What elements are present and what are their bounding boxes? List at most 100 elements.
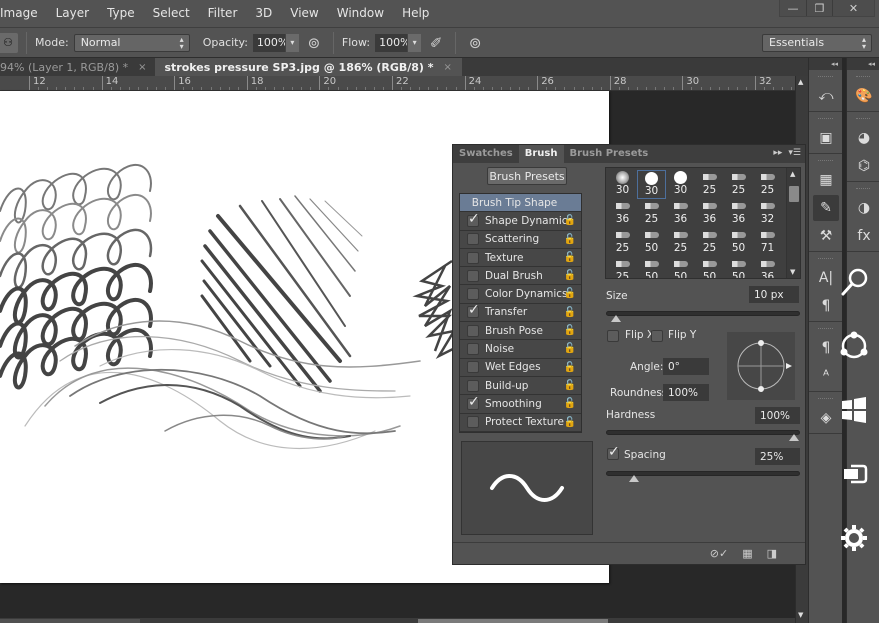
grip-handle[interactable] (818, 76, 833, 79)
brush-tip[interactable]: 25 (637, 199, 666, 228)
brush-tip[interactable]: 32 (753, 199, 782, 228)
option-noise[interactable]: Noise 🔓 (460, 340, 581, 359)
option-checkbox[interactable] (467, 269, 479, 282)
pressure-size-button[interactable]: ⊚ (464, 32, 486, 54)
menu-type[interactable]: Type (98, 0, 144, 27)
collapse-panel-icon[interactable]: ▸▸ (773, 148, 782, 158)
grip-handle[interactable] (818, 398, 833, 401)
option-scattering[interactable]: Scattering 🔓 (460, 230, 581, 249)
option-checkbox[interactable] (467, 233, 479, 246)
lock-icon[interactable]: 🔓 (564, 417, 576, 428)
lock-icon[interactable]: 🔓 (564, 325, 576, 336)
menu-view[interactable]: View (281, 0, 327, 27)
option-shape-dynamics[interactable]: Shape Dynamics🔓 (460, 211, 581, 231)
menu-help[interactable]: Help (393, 0, 438, 27)
spacing-checkbox[interactable] (607, 444, 620, 460)
3d-properties-icon[interactable]: ▣ (813, 125, 839, 151)
option-texture[interactable]: Texture 🔓 (460, 248, 581, 268)
brush-panel-icon[interactable]: ✎ (813, 195, 839, 221)
option-checkbox[interactable] (467, 416, 479, 429)
flip-y-checkbox[interactable] (651, 330, 663, 342)
option-checkbox[interactable] (467, 379, 479, 392)
collapse-dock-icon[interactable]: ◂◂ (847, 58, 879, 70)
panel-menu-icon[interactable]: ▾☰ (788, 148, 801, 158)
brush-tip[interactable]: 25 (724, 170, 753, 199)
brush-tip[interactable]: 50 (637, 228, 666, 257)
hardness-field[interactable]: 100% (755, 407, 800, 424)
grip-handle[interactable] (818, 160, 833, 163)
tool-preset-picker[interactable]: ⚇ (0, 32, 18, 53)
flow-dropdown[interactable]: ▾ (407, 33, 422, 52)
hardness-slider[interactable] (606, 430, 800, 441)
option-checkbox[interactable] (467, 343, 479, 356)
brush-tip[interactable]: 36 (666, 199, 695, 228)
brush-presets-icon[interactable]: ⚒ (813, 223, 839, 249)
scroll-up-icon[interactable]: ▲ (790, 170, 795, 178)
angle-roundness-widget[interactable] (727, 332, 795, 400)
styles-fx-icon[interactable]: fx (851, 223, 877, 249)
brush-presets-button[interactable]: Brush Presets (487, 167, 567, 185)
mode-select[interactable]: Normal ▴ ▾ (73, 33, 190, 52)
option-checkbox[interactable] (467, 302, 480, 319)
swatches-grid-icon[interactable]: ▦ (813, 167, 839, 193)
airbrush-button[interactable]: ✐ (425, 32, 447, 54)
grip-handle[interactable] (818, 118, 833, 121)
tip-grid-scrollbar[interactable]: ▲ ▼ (786, 168, 800, 278)
option-transfer[interactable]: Transfer 🔓 (460, 302, 581, 323)
brush-tip[interactable]: 50 (724, 228, 753, 257)
tab-brush[interactable]: Brush (518, 145, 564, 163)
option-brush-tip-shape[interactable]: Brush Tip Shape (460, 194, 581, 213)
brush-tip[interactable]: 25 (753, 170, 782, 199)
brush-tip[interactable]: 25 (666, 228, 695, 257)
option-checkbox[interactable] (467, 288, 479, 301)
new-brush-icon[interactable]: ◨ (767, 547, 777, 560)
flip-x-checkbox[interactable] (607, 330, 619, 342)
spacing-field[interactable]: 25% (755, 448, 800, 465)
history-icon[interactable]: ⤺ (813, 83, 839, 109)
collapse-dock-icon[interactable]: ◂◂ (809, 58, 842, 70)
opacity-field[interactable]: 100% (252, 33, 288, 52)
brush-tip[interactable]: 25 (695, 228, 724, 257)
brush-tip[interactable]: 30 (666, 170, 695, 199)
option-smoothing[interactable]: Smoothing 🔓 (460, 394, 581, 414)
scroll-down-icon[interactable]: ▼ (790, 268, 795, 276)
brush-tip[interactable]: 50 (695, 257, 724, 278)
search-charm[interactable] (834, 262, 874, 302)
option-protect-texture[interactable]: Protect Texture 🔓 (460, 413, 581, 432)
lock-icon[interactable]: 🔓 (564, 343, 576, 354)
grip-handle[interactable] (818, 258, 833, 261)
brush-tip[interactable]: 50 (724, 257, 753, 278)
brush-tip[interactable]: 25 (608, 257, 637, 278)
adjustments-circle-icon[interactable]: ◑ (851, 195, 877, 221)
brush-tip[interactable]: 36 (724, 199, 753, 228)
lock-icon[interactable]: 🔓 (564, 252, 576, 263)
color-palette-icon[interactable]: 🎨 (851, 83, 877, 109)
brush-grid-icon[interactable]: ▦ (742, 547, 752, 560)
option-dual-brush[interactable]: Dual Brush 🔓 (460, 267, 581, 286)
brush-tip[interactable]: 25 (695, 170, 724, 199)
lock-icon[interactable]: 🔓 (564, 380, 576, 391)
share-charm[interactable] (834, 326, 874, 366)
option-checkbox[interactable] (467, 394, 480, 410)
minimize-button[interactable]: — (780, 0, 806, 16)
adjustments-icon[interactable]: ◕ (851, 125, 877, 151)
close-tab-icon[interactable]: × (138, 62, 146, 73)
brush-tip[interactable]: 71 (753, 228, 782, 257)
pressure-opacity-button[interactable]: ⊚ (303, 32, 325, 54)
roundness-field[interactable]: 100% (663, 384, 709, 401)
grip-handle[interactable] (856, 118, 870, 121)
option-checkbox[interactable] (467, 361, 479, 374)
option-wet-edges[interactable]: Wet Edges 🔓 (460, 358, 581, 377)
grip-handle[interactable] (818, 328, 833, 331)
settings-charm[interactable] (834, 518, 874, 558)
tab-swatches[interactable]: Swatches (453, 145, 519, 163)
menu-layer[interactable]: Layer (47, 0, 98, 27)
brush-tip[interactable]: 30 (637, 170, 666, 199)
spacing-slider[interactable] (606, 471, 800, 482)
grip-handle[interactable] (856, 188, 870, 191)
lock-icon[interactable]: 🔓 (564, 398, 576, 409)
start-charm[interactable] (834, 390, 874, 430)
lock-icon[interactable]: 🔓 (564, 288, 576, 299)
lock-icon[interactable]: 🔓 (564, 362, 576, 373)
devices-charm[interactable] (834, 454, 874, 494)
